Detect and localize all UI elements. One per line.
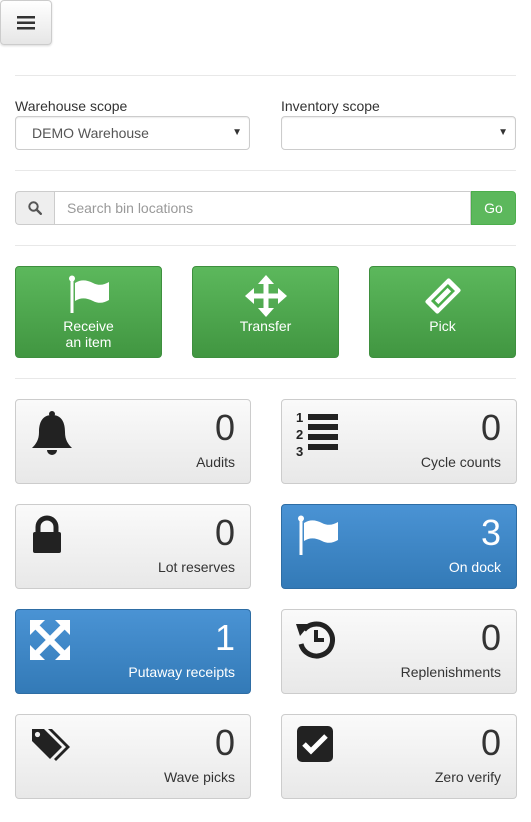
audits-count: 0 [214,407,235,448]
replenishments-tile[interactable]: 0 Replenishments [281,609,517,694]
bell-icon [32,411,72,455]
tags-icon [32,729,70,761]
expand-arrows-icon [30,620,70,660]
divider [15,245,516,246]
numbered-list-icon: 1 2 3 [296,410,338,456]
pick-label: Pick [429,318,456,334]
svg-text:2: 2 [296,427,303,442]
ticket-icon [424,278,461,314]
bin-search: Go [15,191,516,225]
audits-tile[interactable]: 0 Audits [15,399,251,484]
flag-icon [298,515,338,555]
go-button[interactable]: Go [471,191,516,225]
search-addon [15,191,54,225]
transfer-button[interactable]: Transfer [192,266,339,358]
on-dock-count: 3 [480,512,501,553]
wave-picks-tile[interactable]: 0 Wave picks [15,714,251,799]
putaway-receipts-count: 1 [214,617,235,658]
replenishments-count: 0 [480,617,501,658]
zero-verify-label: Zero verify [434,769,501,785]
lot-reserves-tile[interactable]: 0 Lot reserves [15,504,251,589]
wave-picks-label: Wave picks [163,769,235,785]
divider [15,75,516,76]
audits-label: Audits [196,454,235,470]
divider [15,170,516,171]
caret-down-icon: ▼ [498,127,508,138]
caret-down-icon: ▼ [232,127,242,138]
warehouse-scope-label: Warehouse scope [15,98,128,114]
cycle-counts-tile[interactable]: 1 2 3 0 Cycle counts [281,399,517,484]
lot-reserves-count: 0 [214,512,235,553]
svg-text:3: 3 [296,444,303,456]
lot-reserves-label: Lot reserves [157,559,235,575]
inventory-scope-select[interactable]: ▼ [281,116,516,150]
transfer-label: Transfer [239,318,292,334]
on-dock-tile[interactable]: 3 On dock [281,504,517,589]
cycle-counts-count: 0 [480,407,501,448]
receive-item-button[interactable]: Receive an item [15,266,162,358]
divider [15,378,516,379]
check-square-icon [297,726,333,762]
flag-icon [68,275,109,313]
on-dock-label: On dock [448,559,501,575]
search-bin-locations-input[interactable] [54,191,471,225]
warehouse-scope-select[interactable]: DEMO Warehouse ▼ [15,116,250,150]
zero-verify-tile[interactable]: 0 Zero verify [281,714,517,799]
putaway-receipts-tile[interactable]: 1 Putaway receipts [15,609,251,694]
replenishments-label: Replenishments [400,664,501,680]
search-icon [28,201,42,215]
history-icon [296,621,335,659]
lock-icon [33,515,61,553]
menu-toggle-button[interactable] [0,0,52,45]
putaway-receipts-label: Putaway receipts [128,664,235,680]
pick-button[interactable]: Pick [369,266,516,358]
zero-verify-count: 0 [480,722,501,763]
receive-item-label: Receive an item [63,318,114,350]
wave-picks-count: 0 [214,722,235,763]
svg-text:1: 1 [296,410,303,425]
hamburger-menu-icon [17,15,35,29]
warehouse-scope-value: DEMO Warehouse [32,125,149,141]
cycle-counts-label: Cycle counts [420,454,501,470]
move-arrows-icon [244,275,287,317]
inventory-scope-label: Inventory scope [281,98,380,114]
